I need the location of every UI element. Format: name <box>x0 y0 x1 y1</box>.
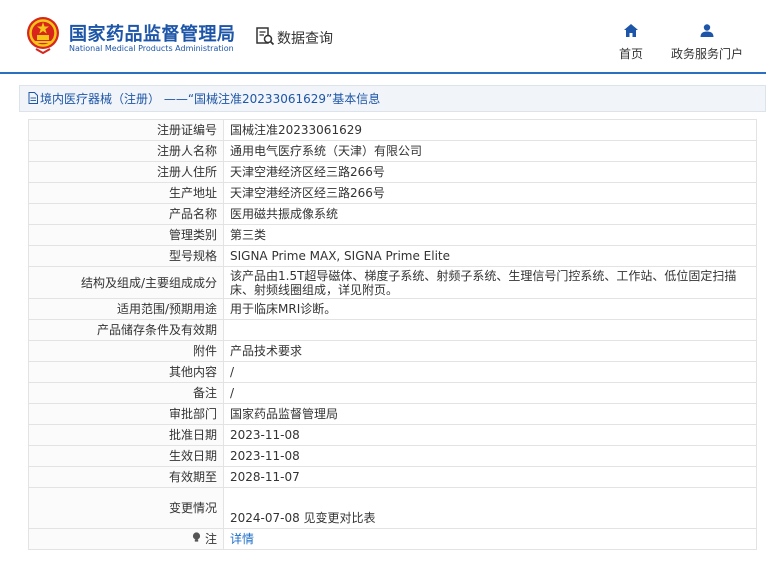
row-value: 产品技术要求 <box>223 340 757 362</box>
row-value: / <box>223 382 757 404</box>
details-link[interactable]: 详情 <box>230 532 254 546</box>
table-row: 生效日期 2023-11-08 <box>28 445 757 467</box>
row-value: / <box>223 361 757 383</box>
nav-home-label: 首页 <box>618 47 643 61</box>
header-divider <box>0 72 766 74</box>
table-row: 产品储存条件及有效期 <box>28 319 757 341</box>
site-logo-title[interactable]: 国家药品监督管理局 <box>69 20 236 46</box>
data-query-link[interactable]: 数据查询 <box>255 26 333 50</box>
change-row: 变更情况 2024-07-08 见变更对比表 <box>28 487 757 529</box>
note-value-cell: 详情 <box>223 528 757 550</box>
row-label: 产品名称 <box>28 203 224 225</box>
table-row: 有效期至 2028-11-07 <box>28 466 757 488</box>
row-label: 型号规格 <box>28 245 224 267</box>
row-value <box>223 319 757 341</box>
row-label: 适用范围/预期用途 <box>28 298 224 320</box>
row-value: 该产品由1.5T超导磁体、梯度子系统、射频子系统、生理信号门控系统、工作站、低位… <box>223 266 757 299</box>
nav-government-services-label: 政务服务门户 <box>670 47 743 61</box>
row-value: 国家药品监督管理局 <box>223 403 757 425</box>
nav-home[interactable]: 首页 <box>612 22 650 62</box>
row-label: 审批部门 <box>28 403 224 425</box>
table-row: 管理类别 第三类 <box>28 224 757 246</box>
row-value: SIGNA Prime MAX, SIGNA Prime Elite <box>223 245 757 267</box>
row-label: 注册人名称 <box>28 140 224 162</box>
table-row: 注册人名称 通用电气医疗系统（天津）有限公司 <box>28 140 757 162</box>
home-icon <box>624 22 638 41</box>
row-label: 附件 <box>28 340 224 362</box>
table-row: 备注 / <box>28 382 757 404</box>
row-label: 备注 <box>28 382 224 404</box>
table-row: 审批部门 国家药品监督管理局 <box>28 403 757 425</box>
table-row: 注册人住所 天津空港经济区经三路266号 <box>28 161 757 183</box>
row-label: 注册证编号 <box>28 119 224 141</box>
row-label: 注册人住所 <box>28 161 224 183</box>
row-label: 产品储存条件及有效期 <box>28 319 224 341</box>
note-row: 注 详情 <box>28 528 757 550</box>
row-value: 用于临床MRI诊断。 <box>223 298 757 320</box>
document-icon <box>28 89 38 108</box>
row-label: 结构及组成/主要组成成分 <box>28 266 224 299</box>
table-row: 生产地址 天津空港经济区经三路266号 <box>28 182 757 204</box>
row-value: 第三类 <box>223 224 757 246</box>
row-label: 管理类别 <box>28 224 224 246</box>
national-emblem-icon <box>26 16 60 55</box>
record-title: 境内医疗器械（注册） ——“国械注准20233061629”基本信息 <box>40 92 381 106</box>
row-label: 生效日期 <box>28 445 224 467</box>
table-row: 产品名称 医用磁共振成像系统 <box>28 203 757 225</box>
note-label: 注 <box>204 532 217 546</box>
site-logo-subtitle[interactable]: National Medical Products Administration <box>69 44 234 53</box>
row-value: 2023-11-08 <box>223 424 757 446</box>
row-label: 生产地址 <box>28 182 224 204</box>
change-value: 2024-07-08 见变更对比表 <box>223 487 757 529</box>
nav-government-services[interactable]: 政务服务门户 <box>664 22 750 62</box>
table-row: 批准日期 2023-11-08 <box>28 424 757 446</box>
row-value: 2028-11-07 <box>223 466 757 488</box>
table-row: 注册证编号 国械注准20233061629 <box>28 119 757 141</box>
device-info-table: 注册证编号 国械注准20233061629 注册人名称 通用电气医疗系统（天津）有限… <box>28 119 757 550</box>
change-label: 变更情况 <box>28 487 224 529</box>
row-value: 国械注准20233061629 <box>223 119 757 141</box>
site-header: 国家药品监督管理局 National Medical Products Admi… <box>0 0 766 72</box>
table-row: 适用范围/预期用途 用于临床MRI诊断。 <box>28 298 757 320</box>
row-value: 医用磁共振成像系统 <box>223 203 757 225</box>
row-value: 天津空港经济区经三路266号 <box>223 182 757 204</box>
table-row: 附件 产品技术要求 <box>28 340 757 362</box>
row-label: 其他内容 <box>28 361 224 383</box>
lightbulb-icon <box>192 532 205 546</box>
record-title-bar: 境内医疗器械（注册） ——“国械注准20233061629”基本信息 <box>19 85 766 112</box>
table-row: 型号规格 SIGNA Prime MAX, SIGNA Prime Elite <box>28 245 757 267</box>
table-row: 结构及组成/主要组成成分 该产品由1.5T超导磁体、梯度子系统、射频子系统、生理信… <box>28 266 757 299</box>
row-value: 2023-11-08 <box>223 445 757 467</box>
document-search-icon <box>255 26 275 50</box>
row-value: 通用电气医疗系统（天津）有限公司 <box>223 140 757 162</box>
row-label: 批准日期 <box>28 424 224 446</box>
user-icon <box>700 22 714 41</box>
table-row: 其他内容 / <box>28 361 757 383</box>
row-label: 有效期至 <box>28 466 224 488</box>
note-label-cell: 注 <box>28 528 224 550</box>
data-query-label: 数据查询 <box>277 31 333 47</box>
row-value: 天津空港经济区经三路266号 <box>223 161 757 183</box>
